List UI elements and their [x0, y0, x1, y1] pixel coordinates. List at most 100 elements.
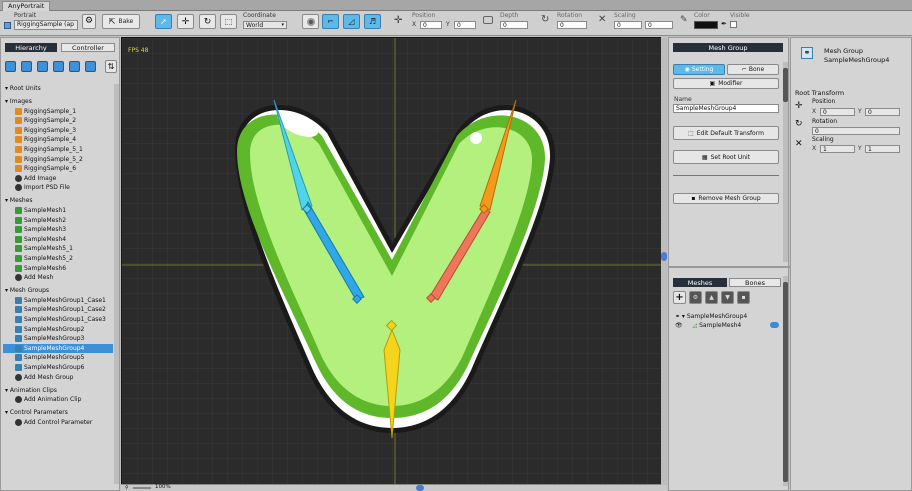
hierarchy-item[interactable]: SampleMeshGroup4 [3, 343, 113, 354]
onion-toggle-button[interactable] [302, 14, 319, 29]
filter-param-icon[interactable] [85, 61, 96, 72]
hierarchy-item[interactable]: SampleMesh3 [3, 225, 113, 235]
hierarchy-item[interactable]: SampleMeshGroup5 [3, 353, 113, 363]
pos-y-field[interactable]: 0 [865, 108, 900, 116]
bake-button[interactable]: ⇱ Bake [102, 14, 140, 29]
move-up-icon[interactable]: ▲ [705, 291, 718, 304]
delete-layer-icon[interactable]: ▪ [737, 291, 750, 304]
scaling-x-field[interactable]: 0 [614, 21, 642, 29]
settings-button[interactable]: ⚙ [82, 14, 96, 29]
hierarchy-item[interactable]: SampleMeshGroup1_Case2 [3, 305, 113, 315]
clipping-icon[interactable] [770, 322, 779, 328]
coordinate-dropdown[interactable]: World ▾ [243, 21, 287, 29]
pos-x-field[interactable]: 0 [820, 108, 855, 116]
hierarchy-item[interactable]: SampleMesh6 [3, 264, 113, 274]
hierarchy-item[interactable]: RiggingSample_6 [3, 164, 113, 174]
hierarchy-item[interactable]: SampleMeshGroup2 [3, 325, 113, 335]
hierarchy-item[interactable]: RiggingSample_2 [3, 116, 113, 126]
gear-icon: ⚙ [84, 16, 94, 26]
tab-bones[interactable]: Bones [729, 278, 781, 287]
panel-scrollbar-top[interactable] [783, 62, 788, 262]
visible-checkbox[interactable] [730, 21, 737, 28]
hierarchy-section[interactable]: ▾ Images [3, 97, 113, 107]
hierarchy-item[interactable]: Add Mesh [3, 273, 113, 283]
tab-bone[interactable]: ⌐ Bone [727, 64, 779, 75]
hierarchy-section[interactable]: ▾ Mesh Groups [3, 286, 113, 296]
color-swatch[interactable] [694, 21, 718, 29]
mesh-view-toggle[interactable]: ◿ [343, 14, 360, 29]
hierarchy-item[interactable]: RiggingSample_3 [3, 126, 113, 136]
edit-default-transform-button[interactable]: ⬚ Edit Default Transform [673, 126, 779, 140]
window-tab[interactable]: AnyPortrait [2, 1, 51, 11]
scale-tool-button[interactable]: ⬚ [220, 14, 237, 29]
hierarchy-section[interactable]: ▾ Animation Clips [3, 386, 113, 396]
panel-scrollbar-bottom[interactable] [783, 276, 788, 486]
hierarchy-item[interactable]: SampleMesh2 [3, 216, 113, 226]
panel-scroll-thumb-bottom[interactable] [783, 282, 788, 482]
filter-image-icon[interactable] [21, 61, 32, 72]
physics-view-toggle[interactable]: ♬ [364, 14, 381, 29]
remove-mesh-group-button[interactable]: ▪ Remove Mesh Group [673, 193, 779, 204]
hierarchy-item[interactable]: Add Mesh Group [3, 373, 113, 383]
panel-splitter[interactable] [669, 266, 790, 268]
bone-view-toggle[interactable]: ⌐ [322, 14, 339, 29]
panel-scroll-thumb-top[interactable] [783, 68, 788, 102]
layer-settings-icon[interactable]: ⚙ [689, 291, 702, 304]
hierarchy-item[interactable]: Add Image [3, 174, 113, 184]
hierarchy-scrollbar[interactable] [114, 84, 119, 484]
scaling-y-field[interactable]: 0 [645, 21, 673, 29]
hierarchy-item[interactable]: SampleMeshGroup1_Case1 [3, 296, 113, 306]
hierarchy-item[interactable]: SampleMeshGroup3 [3, 334, 113, 344]
horizontal-scroll-thumb[interactable] [416, 485, 424, 491]
set-root-unit-button[interactable]: ▦ Set Root Unit [673, 150, 779, 164]
move-tool-button[interactable]: ✛ [177, 14, 194, 29]
hierarchy-item[interactable]: SampleMeshGroup1_Case3 [3, 315, 113, 325]
hierarchy-item[interactable]: RiggingSample_4 [3, 135, 113, 145]
position-y-field[interactable]: 0 [454, 21, 476, 29]
hierarchy-item[interactable]: RiggingSample_1 [3, 107, 113, 117]
rotation-field-inspector[interactable]: 0 [812, 127, 900, 135]
tab-setting[interactable]: ◉ Setting [673, 64, 725, 75]
eye-icon[interactable]: 👁 [675, 322, 683, 329]
position-x-field[interactable]: 0 [420, 21, 442, 29]
name-field[interactable]: SampleMeshGroup4 [673, 104, 779, 113]
eyedropper-icon[interactable]: ✒ [721, 20, 727, 28]
modifier-button[interactable]: ▣ Modifier [673, 78, 779, 89]
hierarchy-item[interactable]: SampleMesh5_2 [3, 254, 113, 264]
hierarchy-section[interactable]: ▾ Root Units [3, 84, 113, 94]
select-tool-button[interactable]: ➚ [155, 14, 172, 29]
hierarchy-section[interactable]: ▾ Control Parameters [3, 408, 113, 418]
portrait-selector[interactable]: RiggingSample (ap [14, 20, 78, 30]
hierarchy-item[interactable]: Add Animation Clip [3, 395, 113, 405]
hierarchy-item[interactable]: RiggingSample_5_1 [3, 145, 113, 155]
filter-animation-icon[interactable] [69, 61, 80, 72]
scale-x-field[interactable]: 1 [820, 145, 855, 153]
vertical-scroll-thumb[interactable] [661, 252, 667, 261]
hierarchy-item[interactable]: Import PSD File [3, 183, 113, 193]
rotate-tool-button[interactable]: ↻ [199, 14, 216, 29]
tree-mesh-row[interactable]: 👁 ◿ SampleMesh4 [675, 322, 785, 331]
tab-hierarchy[interactable]: Hierarchy [5, 43, 57, 52]
hierarchy-section[interactable]: ▾ Meshes [3, 196, 113, 206]
zoom-slider[interactable] [133, 487, 151, 489]
hierarchy-item[interactable]: SampleMesh1 [3, 206, 113, 216]
hierarchy-item[interactable]: RiggingSample_5_2 [3, 155, 113, 165]
scale-y-field[interactable]: 1 [865, 145, 900, 153]
filter-meshgroup-icon[interactable] [53, 61, 64, 72]
move-down-icon[interactable]: ▼ [721, 291, 734, 304]
hierarchy-item[interactable]: SampleMeshGroup6 [3, 363, 113, 373]
canvas-viewport[interactable]: FPS 48 [121, 37, 667, 485]
filter-mesh-icon[interactable] [37, 61, 48, 72]
add-layer-icon[interactable]: + [673, 291, 686, 304]
hierarchy-item[interactable]: SampleMesh5_1 [3, 244, 113, 254]
rotation-field[interactable]: 0 [557, 21, 587, 29]
tab-meshes[interactable]: Meshes [673, 278, 727, 287]
viewport-vertical-scrollbar[interactable] [661, 37, 667, 485]
tree-group-row[interactable]: ⚭ ▾ SampleMeshGroup4 [675, 313, 785, 322]
tab-controller[interactable]: Controller [61, 43, 115, 52]
hierarchy-item[interactable]: SampleMesh4 [3, 235, 113, 245]
sort-icon[interactable]: ⇅ [105, 60, 117, 73]
depth-field[interactable]: 0 [500, 21, 528, 29]
filter-root-icon[interactable] [5, 61, 16, 72]
hierarchy-item[interactable]: Add Control Parameter [3, 418, 113, 428]
